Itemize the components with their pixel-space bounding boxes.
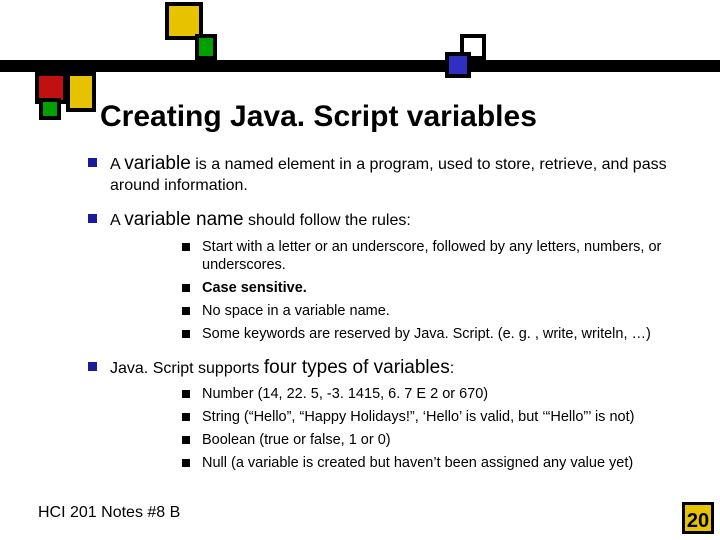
slide-title: Creating Java. Script variables <box>100 100 537 134</box>
bullet-3-post: : <box>450 360 454 377</box>
bullet-1-pre: A <box>110 156 124 173</box>
list-item: No space in a variable name. <box>180 302 694 321</box>
bullet-3-sublist: Number (14, 22. 5, -3. 1415, 6. 7 E 2 or… <box>180 385 694 472</box>
bullet-3-pre: Java. Script supports <box>110 360 264 377</box>
bullet-3: Java. Script supports four types of vari… <box>84 356 694 473</box>
page-number: 20 <box>682 502 714 534</box>
list-item: Start with a letter or an underscore, fo… <box>180 238 694 276</box>
square-yellow-left-icon <box>66 72 96 112</box>
square-blue-icon <box>445 52 471 78</box>
bullet-1-name: variable <box>124 153 191 174</box>
list-item: String (“Hello”, “Happy Holidays!”, ‘Hel… <box>180 408 694 427</box>
list-item: Some keywords are reserved by Java. Scri… <box>180 325 694 344</box>
bullet-2-pre: A <box>110 212 124 229</box>
list-item: Null (a variable is created but haven’t … <box>180 454 694 473</box>
list-item: Number (14, 22. 5, -3. 1415, 6. 7 E 2 or… <box>180 385 694 404</box>
bullet-2-sublist: Start with a letter or an underscore, fo… <box>180 238 694 344</box>
bullet-1-post: is a named element in a program, used to… <box>110 156 667 194</box>
header-decoration <box>0 0 720 100</box>
bullet-1: A variable is a named element in a progr… <box>84 152 694 196</box>
bullet-2-post: should follow the rules: <box>244 212 411 229</box>
footer-note: HCI 201 Notes #8 B <box>38 504 180 522</box>
square-green-icon <box>195 34 217 60</box>
bullet-3-name: four types of variables <box>264 357 450 378</box>
bullet-2: A variable name should follow the rules:… <box>84 208 694 344</box>
header-bar <box>0 60 720 72</box>
list-item-bold: Case sensitive. <box>202 280 307 296</box>
slide-body: A variable is a named element in a progr… <box>84 152 694 485</box>
bullet-2-name: variable name <box>124 209 243 230</box>
square-green-left-icon <box>39 98 61 120</box>
list-item: Boolean (true or false, 1 or 0) <box>180 431 694 450</box>
list-item: Case sensitive. <box>180 279 694 298</box>
